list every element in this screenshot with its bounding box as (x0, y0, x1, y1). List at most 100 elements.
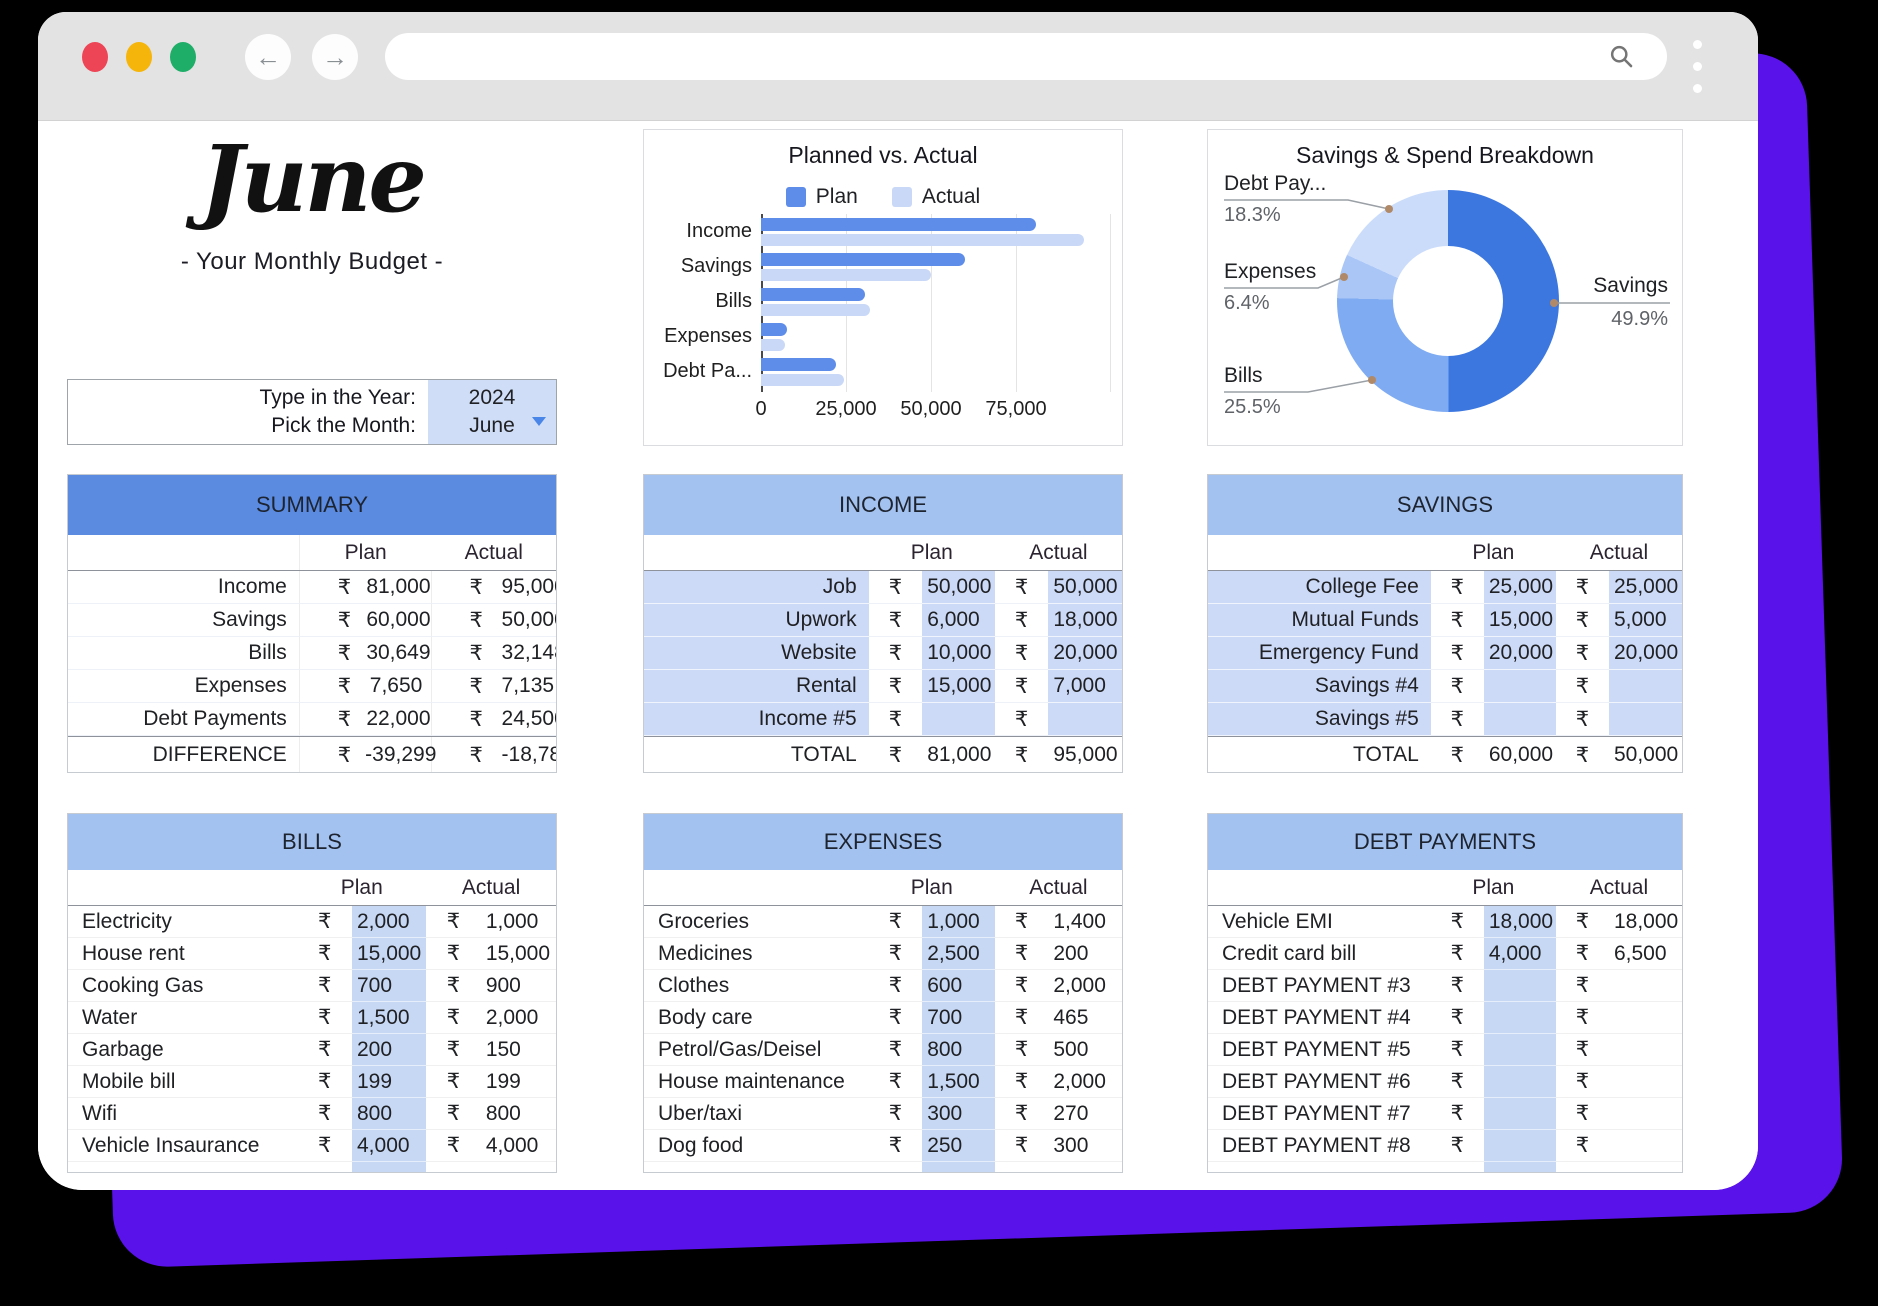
minimize-window-button[interactable] (126, 42, 152, 72)
actual-cell[interactable]: 20,000 (1048, 637, 1122, 670)
plan-cell[interactable] (922, 703, 995, 736)
plan-cell[interactable]: 6,000 (922, 604, 995, 637)
actual-cell[interactable]: 50,000 (1048, 571, 1122, 604)
plan-cell[interactable]: 15,000 (922, 670, 995, 703)
actual-cell[interactable]: 95,000 (1048, 737, 1122, 773)
plan-cell[interactable]: 1,500 (352, 1002, 426, 1034)
actual-cell[interactable]: ₹7,135 (432, 670, 556, 703)
actual-cell[interactable] (1609, 1002, 1682, 1034)
plan-cell[interactable]: 4,000 (1484, 938, 1556, 970)
maximize-window-button[interactable] (170, 42, 196, 72)
plan-cell[interactable]: 1,000 (922, 906, 995, 938)
plan-cell[interactable]: 60,000 (1484, 737, 1556, 773)
actual-cell[interactable]: 150 (481, 1034, 556, 1066)
actual-cell[interactable] (1609, 703, 1682, 736)
actual-cell[interactable]: 5,000 (1609, 604, 1682, 637)
actual-cell[interactable]: 6,500 (1609, 938, 1682, 970)
plan-cell[interactable]: 15,000 (1484, 604, 1556, 637)
browser-menu-icon[interactable] (1693, 40, 1702, 93)
plan-cell[interactable]: 18,000 (1484, 906, 1556, 938)
actual-cell[interactable]: 200 (1048, 938, 1122, 970)
plan-cell[interactable] (1484, 1130, 1556, 1162)
plan-cell[interactable]: 81,000 (922, 737, 995, 773)
actual-cell[interactable]: 1,400 (1048, 906, 1122, 938)
plan-cell[interactable]: ₹22,000 (300, 703, 432, 736)
currency-symbol: ₹ (869, 906, 923, 938)
plan-cell[interactable]: 2,500 (922, 938, 995, 970)
actual-cell[interactable] (1609, 1066, 1682, 1098)
actual-cell[interactable] (1609, 1098, 1682, 1130)
table-row: DEBT PAYMENT #8 ₹ ₹ (1208, 1130, 1682, 1162)
actual-cell[interactable]: ₹50,000 (432, 604, 557, 637)
actual-cell[interactable]: ₹-18,783 (432, 737, 557, 773)
actual-cell[interactable]: 20,000 (1609, 637, 1682, 670)
plan-cell[interactable]: 25,000 (1484, 571, 1556, 604)
actual-cell[interactable]: 300 (1048, 1130, 1122, 1162)
currency-symbol: ₹ (995, 571, 1049, 604)
dropdown-arrow-icon[interactable] (532, 417, 546, 426)
actual-cell[interactable]: 465 (1048, 1002, 1122, 1034)
plan-cell[interactable]: 1,500 (922, 1066, 995, 1098)
plan-cell[interactable]: 199 (352, 1066, 426, 1098)
plan-cell[interactable]: 20,000 (1484, 637, 1556, 670)
plan-cell[interactable] (1484, 703, 1556, 736)
plan-cell[interactable]: 200 (352, 1034, 426, 1066)
actual-cell[interactable] (1609, 970, 1682, 1002)
plan-cell[interactable]: 800 (352, 1098, 426, 1130)
actual-cell[interactable] (1609, 1034, 1682, 1066)
actual-cell[interactable]: 25,000 (1609, 571, 1682, 604)
actual-cell[interactable] (1609, 670, 1682, 703)
plan-cell[interactable]: 50,000 (922, 571, 995, 604)
table-row: Savings #4 ₹ ₹ (1208, 670, 1682, 703)
plan-cell[interactable]: 250 (922, 1130, 995, 1162)
actual-cell[interactable]: 4,000 (481, 1130, 556, 1162)
actual-cell[interactable] (1048, 703, 1122, 736)
actual-cell[interactable]: ₹24,500 (432, 703, 557, 736)
plan-cell[interactable] (1484, 970, 1556, 1002)
plan-cell[interactable] (1484, 1066, 1556, 1098)
actual-cell[interactable]: 2,000 (1048, 1066, 1122, 1098)
plan-cell[interactable]: 10,000 (922, 637, 995, 670)
plan-cell[interactable]: 600 (922, 970, 995, 1002)
back-button[interactable]: ← (245, 34, 291, 80)
plan-cell[interactable]: 15,000 (352, 938, 426, 970)
plan-cell[interactable] (1484, 1098, 1556, 1130)
close-window-button[interactable] (82, 42, 108, 72)
plan-cell[interactable] (1484, 1002, 1556, 1034)
forward-button[interactable]: → (312, 34, 358, 80)
plan-cell[interactable]: 700 (352, 970, 426, 1002)
actual-cell[interactable]: 500 (1048, 1034, 1122, 1066)
actual-cell[interactable]: ₹95,000 (432, 571, 557, 604)
actual-cell[interactable]: 270 (1048, 1098, 1122, 1130)
plan-cell[interactable]: 300 (922, 1098, 995, 1130)
plan-cell[interactable]: 800 (922, 1034, 995, 1066)
plan-cell[interactable]: 2,000 (352, 906, 426, 938)
actual-cell[interactable]: 2,000 (1048, 970, 1122, 1002)
plan-cell[interactable] (1484, 1034, 1556, 1066)
plan-cell[interactable] (1484, 670, 1556, 703)
plan-cell[interactable]: ₹7,650 (300, 670, 432, 703)
plan-cell[interactable]: ₹81,000 (300, 571, 432, 604)
plan-cell[interactable]: 700 (922, 1002, 995, 1034)
plan-cell[interactable]: ₹-39,299 (300, 737, 432, 773)
actual-cell[interactable]: ₹32,148 (432, 637, 557, 670)
actual-cell[interactable]: 15,000 (481, 938, 556, 970)
actual-cell[interactable]: 2,000 (481, 1002, 556, 1034)
plan-cell[interactable]: ₹60,000 (300, 604, 432, 637)
plan-bar-income (761, 218, 1036, 231)
address-bar[interactable] (385, 33, 1667, 80)
actual-cell[interactable]: 800 (481, 1098, 556, 1130)
actual-cell[interactable]: 199 (481, 1066, 556, 1098)
year-input[interactable]: 2024 (428, 386, 556, 410)
actual-cell[interactable] (1609, 1130, 1682, 1162)
plan-cell[interactable]: ₹30,649 (300, 637, 432, 670)
currency-symbol: ₹ (995, 938, 1049, 970)
actual-cell[interactable]: 1,000 (481, 906, 556, 938)
plan-cell[interactable]: 4,000 (352, 1130, 426, 1162)
actual-cell[interactable]: 50,000 (1609, 737, 1682, 773)
actual-cell[interactable]: 18,000 (1048, 604, 1122, 637)
actual-cell[interactable]: 18,000 (1609, 906, 1682, 938)
search-icon[interactable] (1608, 43, 1635, 75)
actual-cell[interactable]: 7,000 (1048, 670, 1122, 703)
actual-cell[interactable]: 900 (481, 970, 556, 1002)
